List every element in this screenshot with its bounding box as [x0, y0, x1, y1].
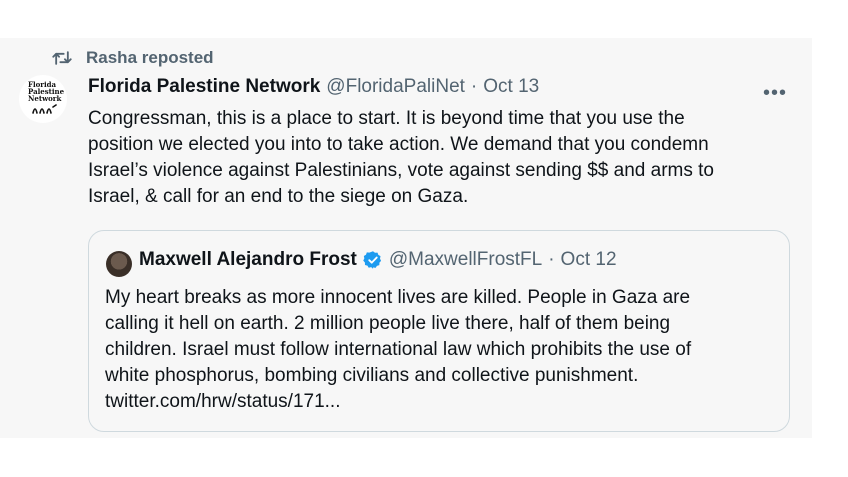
repost-context[interactable]: Rasha reposted	[52, 48, 214, 68]
tweet-date[interactable]: Oct 13	[483, 76, 539, 98]
tweet-text: Congressman, this is a place to start. I…	[88, 108, 714, 207]
quoted-author-display-name[interactable]: Maxwell Alejandro Frost	[139, 249, 357, 271]
tweet-card[interactable]: Rasha reposted Florida Palestine Network F…	[0, 38, 812, 438]
avatar-logo-text: Florida Palestine Network	[28, 80, 65, 103]
repost-icon	[52, 49, 72, 67]
quoted-tweet[interactable]: Maxwell Alejandro Frost @MaxwellFrostFL …	[88, 230, 790, 432]
verified-badge-icon	[363, 250, 383, 270]
author-display-name[interactable]: Florida Palestine Network	[88, 76, 320, 98]
quoted-tweet-text: My heart breaks as more innocent lives a…	[105, 287, 692, 412]
quoted-author-avatar[interactable]	[106, 251, 132, 277]
quoted-tweet-header: Maxwell Alejandro Frost @MaxwellFrostFL …	[139, 249, 617, 271]
author-handle[interactable]: @FloridaPaliNet	[326, 76, 465, 98]
author-avatar[interactable]: Florida Palestine Network	[19, 75, 67, 123]
quoted-author-handle[interactable]: @MaxwellFrostFL	[389, 249, 542, 271]
tweet-header: Florida Palestine Network @FloridaPaliNe…	[88, 76, 539, 98]
quoted-header-separator: ·	[548, 249, 555, 270]
quoted-tweet-date[interactable]: Oct 12	[561, 249, 617, 271]
repost-label: Rasha reposted	[86, 48, 214, 67]
avatar-logo-mark	[32, 104, 57, 114]
more-options-icon[interactable]: •••	[763, 82, 787, 105]
header-separator: ·	[470, 76, 478, 97]
